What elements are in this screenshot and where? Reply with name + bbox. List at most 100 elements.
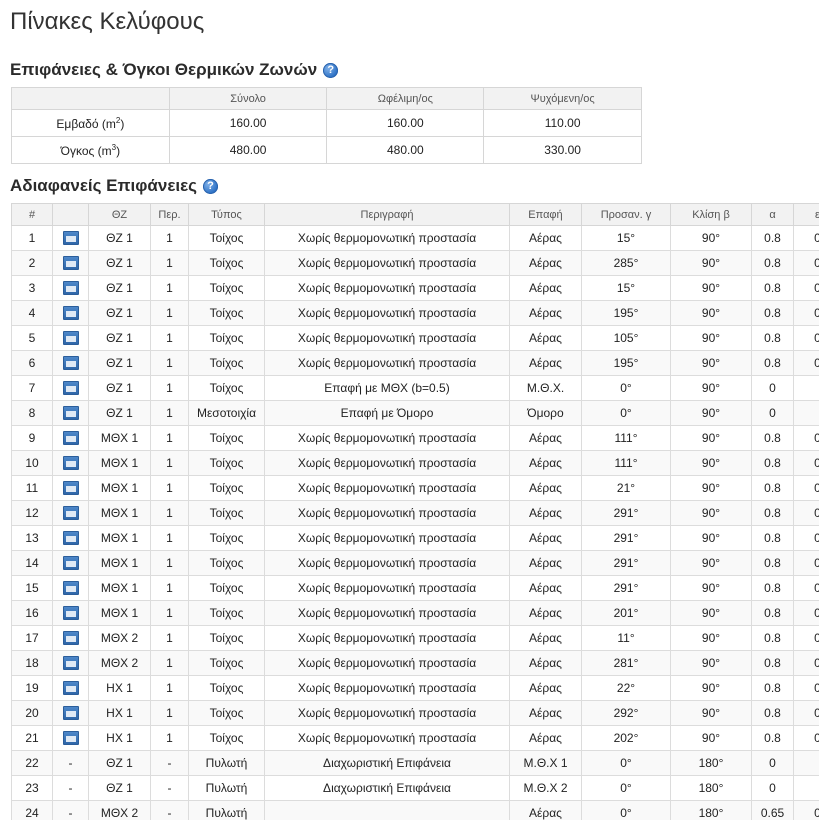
cell-tilt: 90° xyxy=(670,350,752,376)
summary-row: Όγκος (m3) 480.00 480.00 330.00 xyxy=(11,136,642,164)
window-edit-icon[interactable] xyxy=(62,681,79,696)
window-edit-icon[interactable] xyxy=(62,256,79,271)
cell-number: 24 xyxy=(11,800,53,820)
window-edit-icon[interactable] xyxy=(62,606,79,621)
cell-icon[interactable] xyxy=(52,375,89,401)
cell-description: Χωρίς θερμομονωτική προστασία xyxy=(264,525,510,551)
cell-number: 22 xyxy=(11,750,53,776)
window-edit-icon[interactable] xyxy=(62,706,79,721)
window-edit-icon[interactable] xyxy=(62,731,79,746)
window-edit-icon[interactable] xyxy=(62,406,79,421)
window-edit-icon[interactable] xyxy=(62,581,79,596)
cell-epsilon: 0 xyxy=(793,650,819,676)
cell-orientation: 11° xyxy=(581,625,671,651)
cell-tilt: 90° xyxy=(670,525,752,551)
cell-icon[interactable] xyxy=(52,325,89,351)
window-edit-icon[interactable] xyxy=(62,456,79,471)
window-edit-icon[interactable] xyxy=(62,481,79,496)
cell-zone: ΘΖ 1 xyxy=(88,225,151,251)
summary-cell: 110.00 xyxy=(483,109,642,137)
cell-period: 1 xyxy=(150,400,189,426)
window-edit-icon[interactable] xyxy=(62,506,79,521)
window-edit-icon[interactable] xyxy=(62,531,79,546)
cell-period: 1 xyxy=(150,600,189,626)
cell-icon: - xyxy=(52,750,89,776)
table-row: 7 ΘΖ 1 1 Τοίχος Επαφή με ΜΘΧ (b=0.5) Μ.Θ.Χ. 0°… xyxy=(11,375,819,401)
cell-epsilon: 0 xyxy=(793,600,819,626)
cell-icon[interactable] xyxy=(52,575,89,601)
cell-period: - xyxy=(150,750,189,776)
window-edit-icon[interactable] xyxy=(62,306,79,321)
opaque-header-row: # ΘΖ Περ. Τύπος Περιγραφή Επαφή Προσαν. γ Κλίση… xyxy=(11,203,819,226)
cell-alpha: 0.8 xyxy=(751,350,794,376)
cell-zone: ΘΖ 1 xyxy=(88,250,151,276)
cell-zone: ΜΘΧ 1 xyxy=(88,575,151,601)
cell-icon[interactable] xyxy=(52,500,89,526)
cell-icon[interactable] xyxy=(52,700,89,726)
window-edit-icon[interactable] xyxy=(62,656,79,671)
cell-type: Τοίχος xyxy=(188,650,265,676)
cell-type: Τοίχος xyxy=(188,575,265,601)
table-row: 4 ΘΖ 1 1 Τοίχος Χωρίς θερμομονωτική προστασί… xyxy=(11,300,819,326)
cell-contact: Αέρας xyxy=(509,450,582,476)
cell-period: 1 xyxy=(150,675,189,701)
cell-icon[interactable] xyxy=(52,300,89,326)
cell-icon[interactable] xyxy=(52,275,89,301)
opaque-section-title-text: Αδιαφανείς Επιφάνειες xyxy=(10,176,198,195)
cell-number: 16 xyxy=(11,600,53,626)
cell-tilt: 90° xyxy=(670,250,752,276)
cell-contact: Αέρας xyxy=(509,800,582,820)
window-edit-icon[interactable] xyxy=(62,431,79,446)
window-edit-icon[interactable] xyxy=(62,631,79,646)
cell-icon[interactable] xyxy=(52,450,89,476)
cell-icon[interactable] xyxy=(52,600,89,626)
cell-period: - xyxy=(150,800,189,820)
cell-icon[interactable] xyxy=(52,400,89,426)
cell-epsilon: 0 xyxy=(793,700,819,726)
cell-icon[interactable] xyxy=(52,725,89,751)
cell-icon[interactable] xyxy=(52,650,89,676)
window-edit-icon[interactable] xyxy=(62,381,79,396)
cell-icon[interactable] xyxy=(52,550,89,576)
cell-epsilon: 0 xyxy=(793,300,819,326)
cell-orientation: 291° xyxy=(581,550,671,576)
cell-zone: ΘΖ 1 xyxy=(88,750,151,776)
cell-alpha: 0.8 xyxy=(751,700,794,726)
window-edit-icon[interactable] xyxy=(62,281,79,296)
cell-icon[interactable] xyxy=(52,675,89,701)
cell-alpha: 0.8 xyxy=(751,525,794,551)
header-col-epsilon: ε xyxy=(793,203,819,226)
help-icon[interactable]: ? xyxy=(323,62,339,78)
cell-period: 1 xyxy=(150,425,189,451)
cell-icon[interactable] xyxy=(52,250,89,276)
cell-period: 1 xyxy=(150,450,189,476)
cell-icon[interactable] xyxy=(52,625,89,651)
summary-cell: 480.00 xyxy=(168,136,328,164)
cell-tilt: 90° xyxy=(670,425,752,451)
help-icon[interactable]: ? xyxy=(203,178,219,194)
cell-icon[interactable] xyxy=(52,475,89,501)
cell-type: Τοίχος xyxy=(188,500,265,526)
table-row: 3 ΘΖ 1 1 Τοίχος Χωρίς θερμομονωτική προστασί… xyxy=(11,275,819,301)
cell-icon[interactable] xyxy=(52,525,89,551)
window-edit-icon[interactable] xyxy=(62,231,79,246)
cell-icon[interactable] xyxy=(52,225,89,251)
window-edit-icon[interactable] xyxy=(62,556,79,571)
cell-icon[interactable] xyxy=(52,350,89,376)
cell-type: Τοίχος xyxy=(188,675,265,701)
cell-zone: ΜΘΧ 1 xyxy=(88,475,151,501)
cell-contact: Μ.Θ.Χ 2 xyxy=(509,775,582,801)
cell-contact: Αέρας xyxy=(509,675,582,701)
cell-alpha: 0.8 xyxy=(751,275,794,301)
cell-type: Τοίχος xyxy=(188,700,265,726)
header-col-orientation: Προσαν. γ xyxy=(581,203,671,226)
cell-alpha: 0.8 xyxy=(751,650,794,676)
window-edit-icon[interactable] xyxy=(62,331,79,346)
window-edit-icon[interactable] xyxy=(62,356,79,371)
summary-row-label: Εμβαδό (m2) xyxy=(11,109,170,137)
cell-description: Διαχωριστική Επιφάνεια xyxy=(264,750,510,776)
opaque-section-title: Αδιαφανείς Επιφάνειες ? xyxy=(10,176,219,196)
cell-orientation: 105° xyxy=(581,325,671,351)
cell-icon[interactable] xyxy=(52,425,89,451)
cell-alpha: 0.8 xyxy=(751,325,794,351)
